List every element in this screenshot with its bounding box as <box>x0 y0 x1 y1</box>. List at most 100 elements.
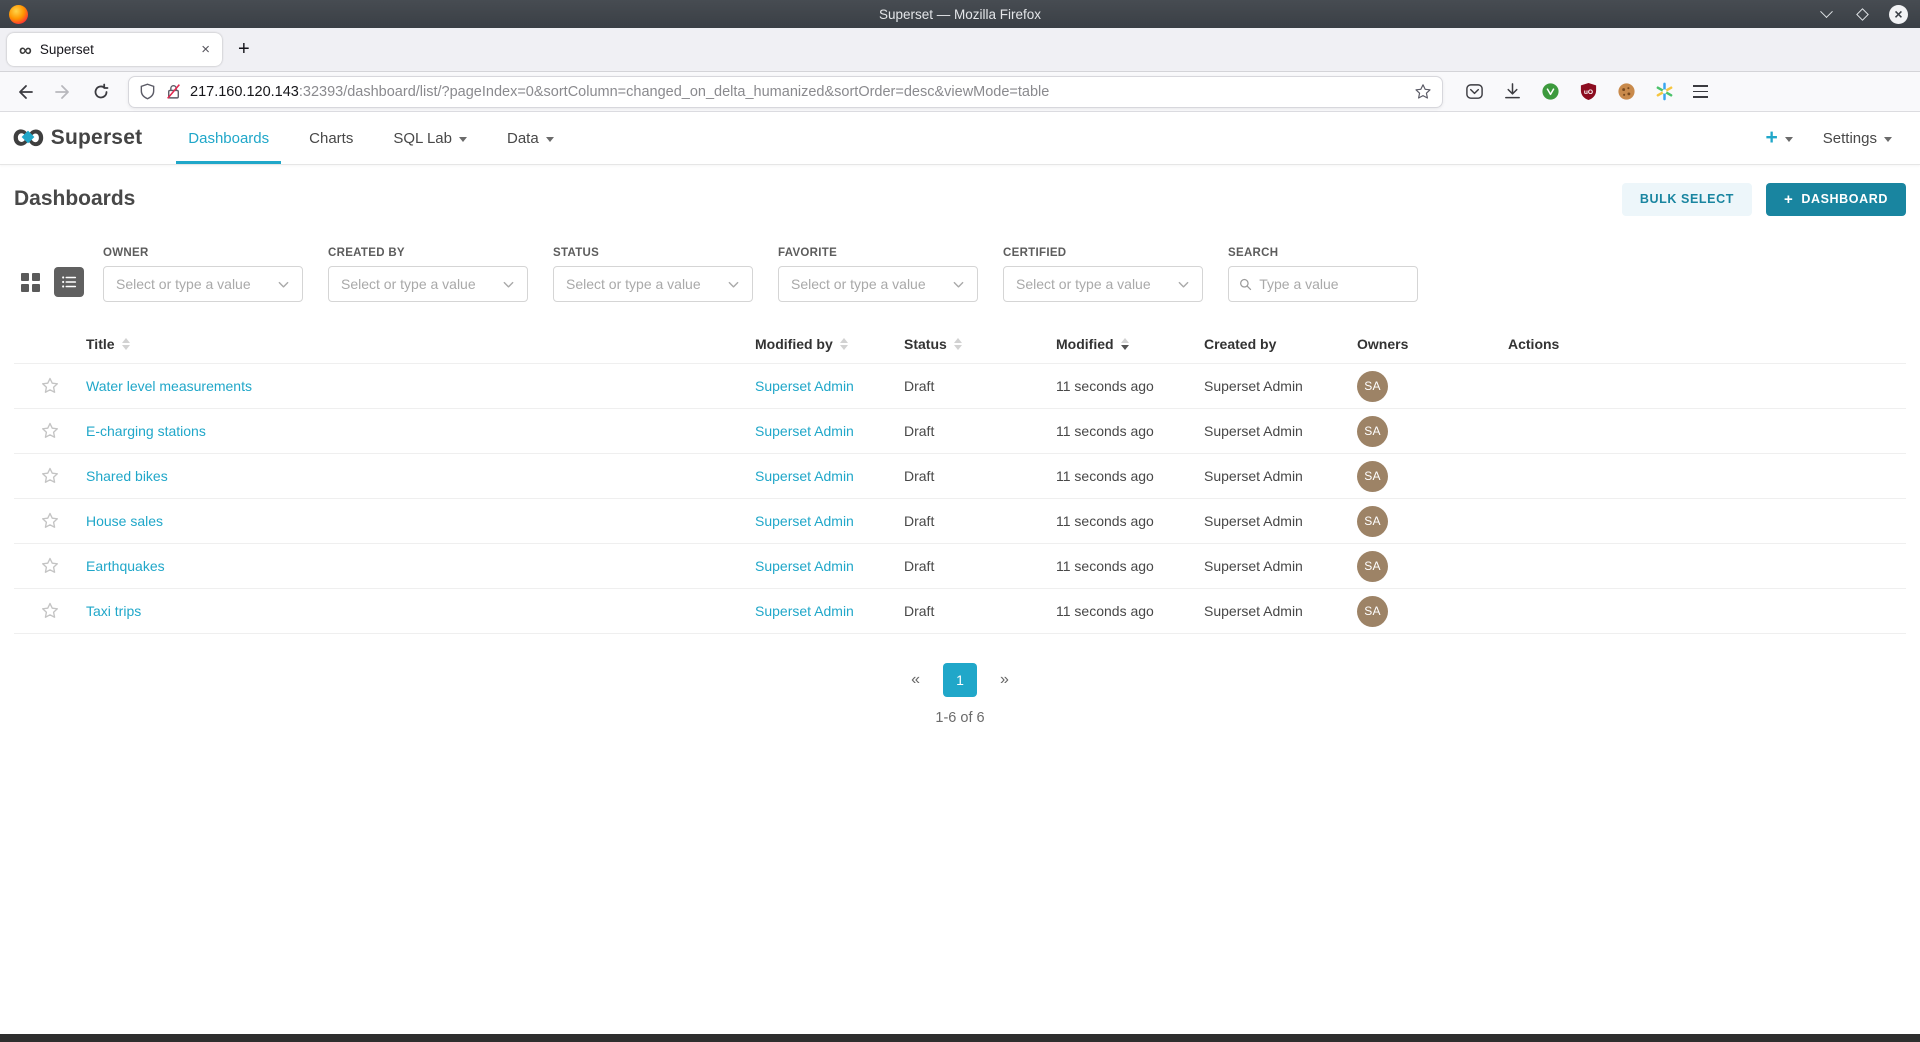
maximize-button[interactable] <box>1853 5 1871 23</box>
caret-down-icon <box>546 137 554 142</box>
filter-select-control[interactable]: Select or type a value <box>103 266 303 302</box>
superset-infinity-icon: ∞ <box>12 117 45 154</box>
modified-by-link[interactable]: Superset Admin <box>755 468 854 484</box>
url-bar[interactable]: 217.160.120.143:32393/dashboard/list/?pa… <box>128 76 1443 108</box>
back-icon[interactable] <box>16 83 34 101</box>
plus-icon: + <box>1784 191 1793 208</box>
dashboard-title-link[interactable]: Shared bikes <box>86 468 168 484</box>
filter-select-control[interactable]: Select or type a value <box>328 266 528 302</box>
dashboard-title-link[interactable]: Taxi trips <box>86 603 141 619</box>
minimize-button[interactable] <box>1817 5 1835 23</box>
table-row: Water level measurements Superset Admin … <box>14 364 1906 409</box>
pocket-icon[interactable] <box>1465 82 1484 101</box>
column-header[interactable]: Owners <box>1357 336 1508 352</box>
cookie-extension-icon[interactable] <box>1617 82 1636 101</box>
owner-avatar[interactable]: SA <box>1357 506 1388 537</box>
modified-by-link[interactable]: Superset Admin <box>755 558 854 574</box>
column-header[interactable]: Status <box>904 336 1056 352</box>
filter-select-control[interactable]: Select or type a value <box>778 266 978 302</box>
url-host: 217.160.120.143 <box>190 84 299 100</box>
new-item-menu[interactable]: + <box>1766 126 1793 150</box>
favorite-star-icon[interactable] <box>40 466 60 486</box>
modified-by-link[interactable]: Superset Admin <box>755 603 854 619</box>
close-button[interactable]: × <box>1889 5 1908 24</box>
nav-item[interactable]: Charts <box>289 112 373 164</box>
tracking-shield-icon[interactable] <box>139 83 156 100</box>
new-dashboard-button[interactable]: + DASHBOARD <box>1766 183 1906 216</box>
forward-icon[interactable] <box>54 83 72 101</box>
card-view-toggle-icon[interactable] <box>21 273 40 292</box>
modified-text: 11 seconds ago <box>1056 423 1204 439</box>
dashboards-table: Title Modified by Status Modified Create… <box>14 324 1906 634</box>
next-page-button[interactable]: » <box>992 667 1017 693</box>
url-text: 217.160.120.143:32393/dashboard/list/?pa… <box>190 84 1414 100</box>
owner-avatar[interactable]: SA <box>1357 416 1388 447</box>
sort-icon[interactable] <box>840 338 848 350</box>
column-header[interactable]: Actions <box>1508 336 1906 352</box>
table-row: House sales Superset Admin Draft 11 seco… <box>14 499 1906 544</box>
column-header[interactable]: Modified <box>1056 336 1204 352</box>
nav-item[interactable]: Dashboards <box>168 112 289 164</box>
column-header[interactable]: Title <box>86 336 755 352</box>
nav-item[interactable]: Data <box>487 112 574 164</box>
filter-select: OWNER Select or type a value <box>103 247 303 302</box>
table-row: Earthquakes Superset Admin Draft 11 seco… <box>14 544 1906 589</box>
bookmark-star-icon[interactable] <box>1414 83 1432 101</box>
owner-avatar[interactable]: SA <box>1357 461 1388 492</box>
filter-select-control[interactable]: Select or type a value <box>553 266 753 302</box>
menu-icon[interactable] <box>1693 85 1708 97</box>
table-body: Water level measurements Superset Admin … <box>14 364 1906 634</box>
status-text: Draft <box>904 513 1056 529</box>
superset-logo[interactable]: ∞ Superset <box>12 112 142 164</box>
dashboard-title-link[interactable]: Earthquakes <box>86 558 165 574</box>
bulk-select-button[interactable]: BULK SELECT <box>1622 183 1752 216</box>
owner-avatar[interactable]: SA <box>1357 371 1388 402</box>
page-title: Dashboards <box>14 187 135 211</box>
favorite-star-icon[interactable] <box>40 556 60 576</box>
search-box <box>1228 266 1418 302</box>
minimize-icon <box>1820 5 1833 18</box>
favorite-star-icon[interactable] <box>40 511 60 531</box>
new-tab-button[interactable]: + <box>238 38 250 61</box>
dashboard-title-link[interactable]: House sales <box>86 513 163 529</box>
page-1-button[interactable]: 1 <box>943 663 977 697</box>
created-by-text: Superset Admin <box>1204 468 1357 484</box>
nav-item[interactable]: SQL Lab <box>373 112 487 164</box>
reload-icon[interactable] <box>92 83 110 101</box>
sort-icon[interactable] <box>954 338 962 350</box>
list-view-toggle-icon[interactable] <box>54 267 84 297</box>
owner-avatar[interactable]: SA <box>1357 596 1388 627</box>
ublock-origin-icon[interactable]: uO <box>1579 82 1598 101</box>
browser-tab[interactable]: ∞ Superset × <box>7 33 222 66</box>
prev-page-button[interactable]: « <box>903 667 928 693</box>
dashboard-title-link[interactable]: Water level measurements <box>86 378 252 394</box>
filter-bar: OWNER Select or type a value CREATED BY … <box>21 247 1906 302</box>
extension-asterisk-icon[interactable] <box>1655 82 1674 101</box>
modified-by-link[interactable]: Superset Admin <box>755 378 854 394</box>
downloads-icon[interactable] <box>1503 82 1522 101</box>
sort-icon[interactable] <box>1121 338 1129 350</box>
favorite-star-icon[interactable] <box>40 376 60 396</box>
column-header[interactable]: Modified by <box>755 336 904 352</box>
sort-icon[interactable] <box>122 338 130 350</box>
filter-select-control[interactable]: Select or type a value <box>1003 266 1203 302</box>
modified-by-link[interactable]: Superset Admin <box>755 513 854 529</box>
settings-menu[interactable]: Settings <box>1823 130 1892 147</box>
url-path: :32393/dashboard/list/?pageIndex=0&sortC… <box>299 84 1049 100</box>
extension-green-icon[interactable] <box>1541 82 1560 101</box>
owner-avatar[interactable]: SA <box>1357 551 1388 582</box>
favorite-star-icon[interactable] <box>40 601 60 621</box>
browser-tabbar: ∞ Superset × + <box>0 28 1920 72</box>
insecure-lock-icon[interactable] <box>165 83 182 100</box>
nav-items: Dashboards Charts SQL Lab Data <box>168 112 573 164</box>
close-tab-icon[interactable]: × <box>197 41 214 58</box>
table-row: Shared bikes Superset Admin Draft 11 sec… <box>14 454 1906 499</box>
status-text: Draft <box>904 423 1056 439</box>
favorite-star-icon[interactable] <box>40 421 60 441</box>
search-input[interactable] <box>1259 276 1407 292</box>
column-header[interactable]: Created by <box>1204 336 1357 352</box>
filter-select: FAVORITE Select or type a value <box>778 247 978 302</box>
row-count-summary: 1-6 of 6 <box>0 710 1920 726</box>
modified-by-link[interactable]: Superset Admin <box>755 423 854 439</box>
dashboard-title-link[interactable]: E-charging stations <box>86 423 206 439</box>
